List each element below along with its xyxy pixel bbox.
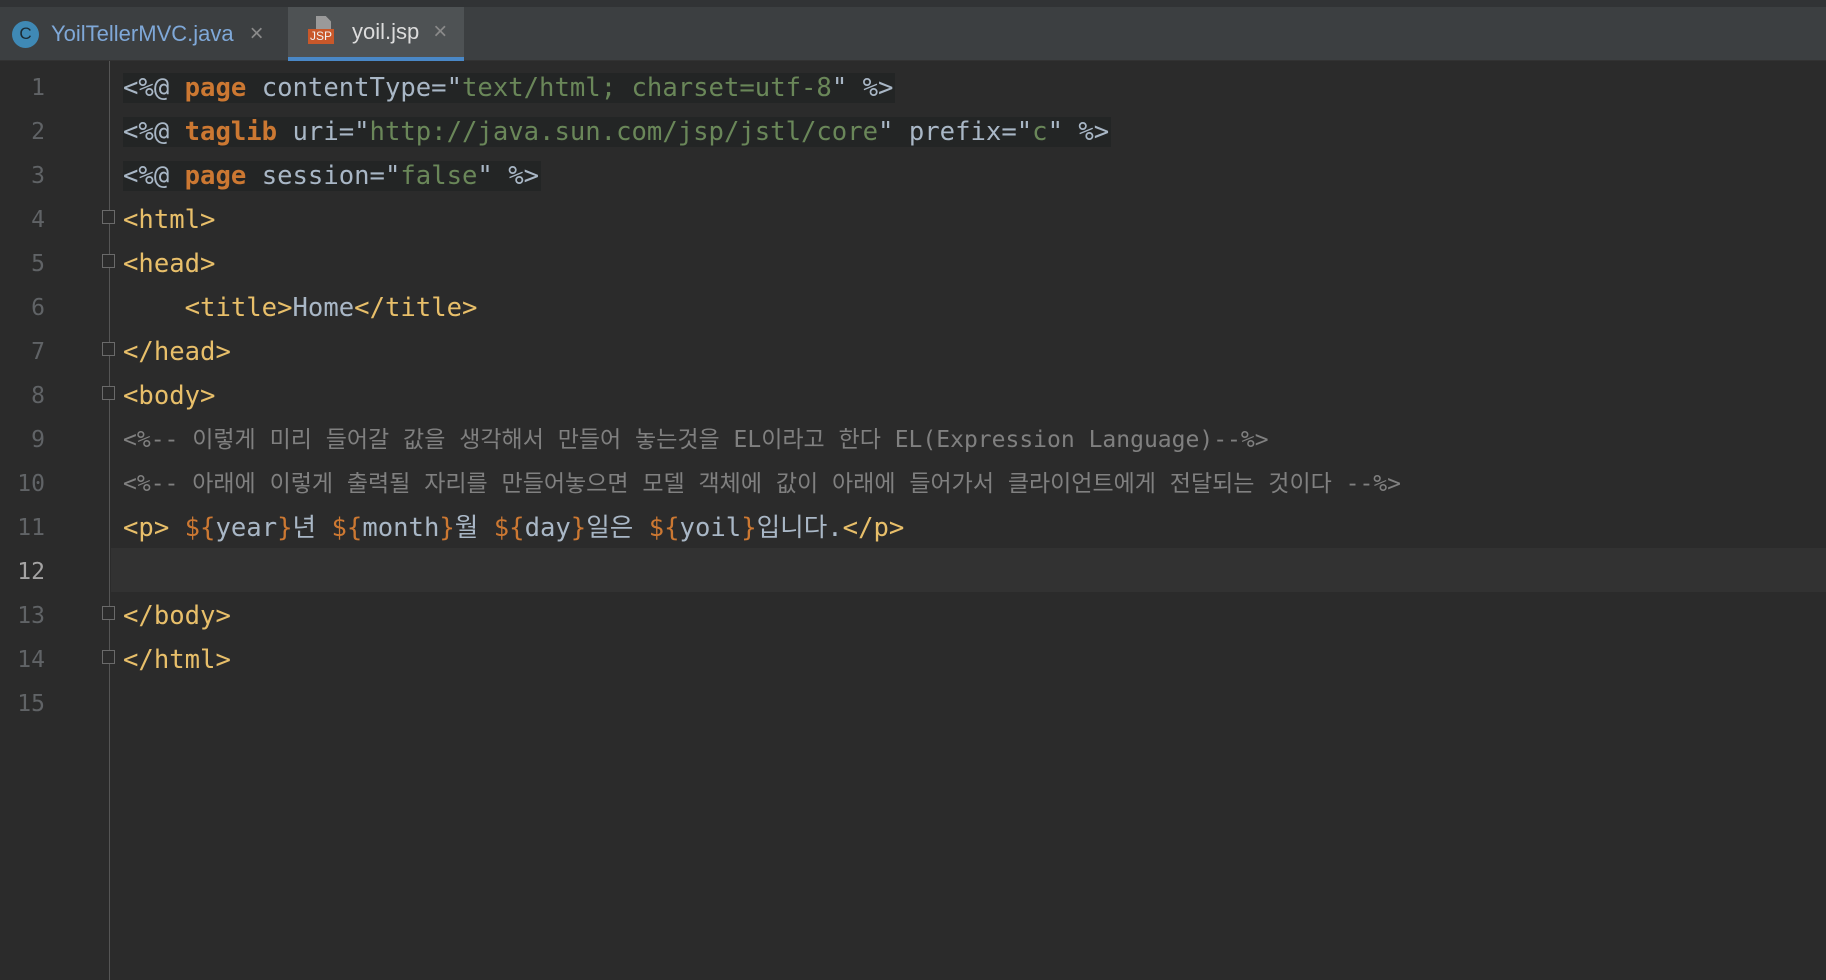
html-tag: </title> <box>354 293 478 323</box>
el-open: ${ <box>316 513 363 543</box>
fold-marker-icon[interactable] <box>102 210 115 224</box>
jsp-file-icon: JSP <box>308 16 338 48</box>
directive-keyword: taglib <box>184 117 278 147</box>
tab-label: yoil.jsp <box>352 19 420 44</box>
plain-text: 입니다. <box>756 513 843 543</box>
code-line-14[interactable]: </html> <box>123 638 231 682</box>
line-number[interactable]: 15 <box>0 682 45 726</box>
directive-keyword: page <box>184 73 247 103</box>
java-class-icon: C <box>12 20 39 48</box>
el-close: } <box>570 513 587 543</box>
line-number[interactable]: 4 <box>0 198 45 242</box>
code-line-1[interactable]: <%@ page contentType="text/html; charset… <box>123 66 896 110</box>
close-icon[interactable]: × <box>433 18 447 46</box>
attribute-name: " prefix=" <box>878 117 1033 147</box>
code-line-6[interactable]: <title>Home</title> <box>123 286 478 330</box>
tab-label: YoilTellerMVC.java <box>51 21 234 46</box>
html-tag: </p> <box>842 513 905 543</box>
directive-open: <%@ <box>123 117 185 147</box>
el-close: } <box>439 513 455 543</box>
line-number[interactable]: 5 <box>0 242 45 286</box>
jsp-directive: <%@ page contentType="text/html; charset… <box>123 73 896 103</box>
html-tag: <title> <box>184 293 293 323</box>
code-line-2[interactable]: <%@ taglib uri="http://java.sun.com/jsp/… <box>123 110 1112 154</box>
attribute-name: uri=" <box>277 117 370 147</box>
attribute-name: contentType=" <box>246 73 463 103</box>
tab-yoiltellermvc-java[interactable]: C YoilTellerMVC.java × <box>0 7 287 61</box>
code-line-7[interactable]: </head> <box>123 330 231 374</box>
code-line-4[interactable]: <html> <box>123 198 215 242</box>
plain-text: 일은 <box>586 513 634 543</box>
fold-marker-icon[interactable] <box>102 342 115 356</box>
attribute-value: text/html; charset=utf-8 <box>462 73 832 103</box>
el-variable: yoil <box>679 513 742 543</box>
fold-marker-icon[interactable] <box>102 606 115 620</box>
directive-close: " %> <box>477 161 540 191</box>
jsp-directive: <%@ page session="false" %> <box>123 161 542 191</box>
tab-yoil-jsp[interactable]: JSP yoil.jsp × <box>288 7 464 61</box>
plain-text: 년 <box>292 513 317 543</box>
attribute-value: http://java.sun.com/jsp/jstl/core <box>369 117 879 147</box>
html-tag: <p> <box>123 513 170 543</box>
editor-tab-bar: C YoilTellerMVC.java × JSP yoil.jsp × <box>0 0 1826 61</box>
code-line-5[interactable]: <head> <box>123 242 215 286</box>
jsp-directive: <%@ taglib uri="http://java.sun.com/jsp/… <box>123 117 1112 147</box>
el-variable: month <box>362 513 440 543</box>
close-icon[interactable]: × <box>250 20 264 48</box>
code-line-3[interactable]: <%@ page session="false" %> <box>123 154 542 198</box>
directive-keyword: page <box>184 161 247 191</box>
directive-close: " %> <box>831 73 894 103</box>
line-number-current[interactable]: 12 <box>0 550 45 594</box>
line-number[interactable]: 7 <box>0 330 45 374</box>
line-number[interactable]: 9 <box>0 418 45 462</box>
attribute-name: session=" <box>246 161 401 191</box>
attribute-value: false <box>400 161 478 191</box>
el-variable: day <box>524 513 571 543</box>
el-close: } <box>277 513 293 543</box>
code-line-11[interactable]: <p> ${year}년 ${month}월 ${day}일은 ${yoil}입… <box>123 506 904 550</box>
directive-open: <%@ <box>123 161 185 191</box>
el-open: ${ <box>478 513 525 543</box>
line-number[interactable]: 6 <box>0 286 45 330</box>
line-number[interactable]: 13 <box>0 594 45 638</box>
directive-close: " %> <box>1047 117 1110 147</box>
line-number[interactable]: 2 <box>0 110 45 154</box>
fold-marker-icon[interactable] <box>102 386 115 400</box>
fold-marker-icon[interactable] <box>102 254 115 268</box>
directive-open: <%@ <box>123 73 185 103</box>
el-close: } <box>741 513 757 543</box>
line-number[interactable]: 14 <box>0 638 45 682</box>
line-number[interactable]: 3 <box>0 154 45 198</box>
code-line-8[interactable]: <body> <box>123 374 215 418</box>
code-line-12[interactable] <box>123 550 1723 594</box>
el-open: ${ <box>633 513 680 543</box>
tag-text: Home <box>292 293 355 323</box>
line-number[interactable]: 11 <box>0 506 45 550</box>
el-variable: year <box>215 513 278 543</box>
line-number[interactable]: 8 <box>0 374 45 418</box>
line-number[interactable]: 10 <box>0 462 45 506</box>
line-number[interactable]: 1 <box>0 66 45 110</box>
plain-text: 월 <box>454 513 479 543</box>
el-open: ${ <box>169 513 216 543</box>
code-line-10[interactable]: <%-- 아래에 이렇게 출력될 자리를 만들어놓으면 모델 객체에 값이 아래… <box>123 462 1401 506</box>
code-line-13[interactable]: </body> <box>123 594 231 638</box>
code-line-9[interactable]: <%-- 이렇게 미리 들어갈 값을 생각해서 만들어 놓는것을 EL이라고 한… <box>123 418 1269 462</box>
fold-marker-icon[interactable] <box>102 650 115 664</box>
attribute-value: c <box>1032 117 1048 147</box>
